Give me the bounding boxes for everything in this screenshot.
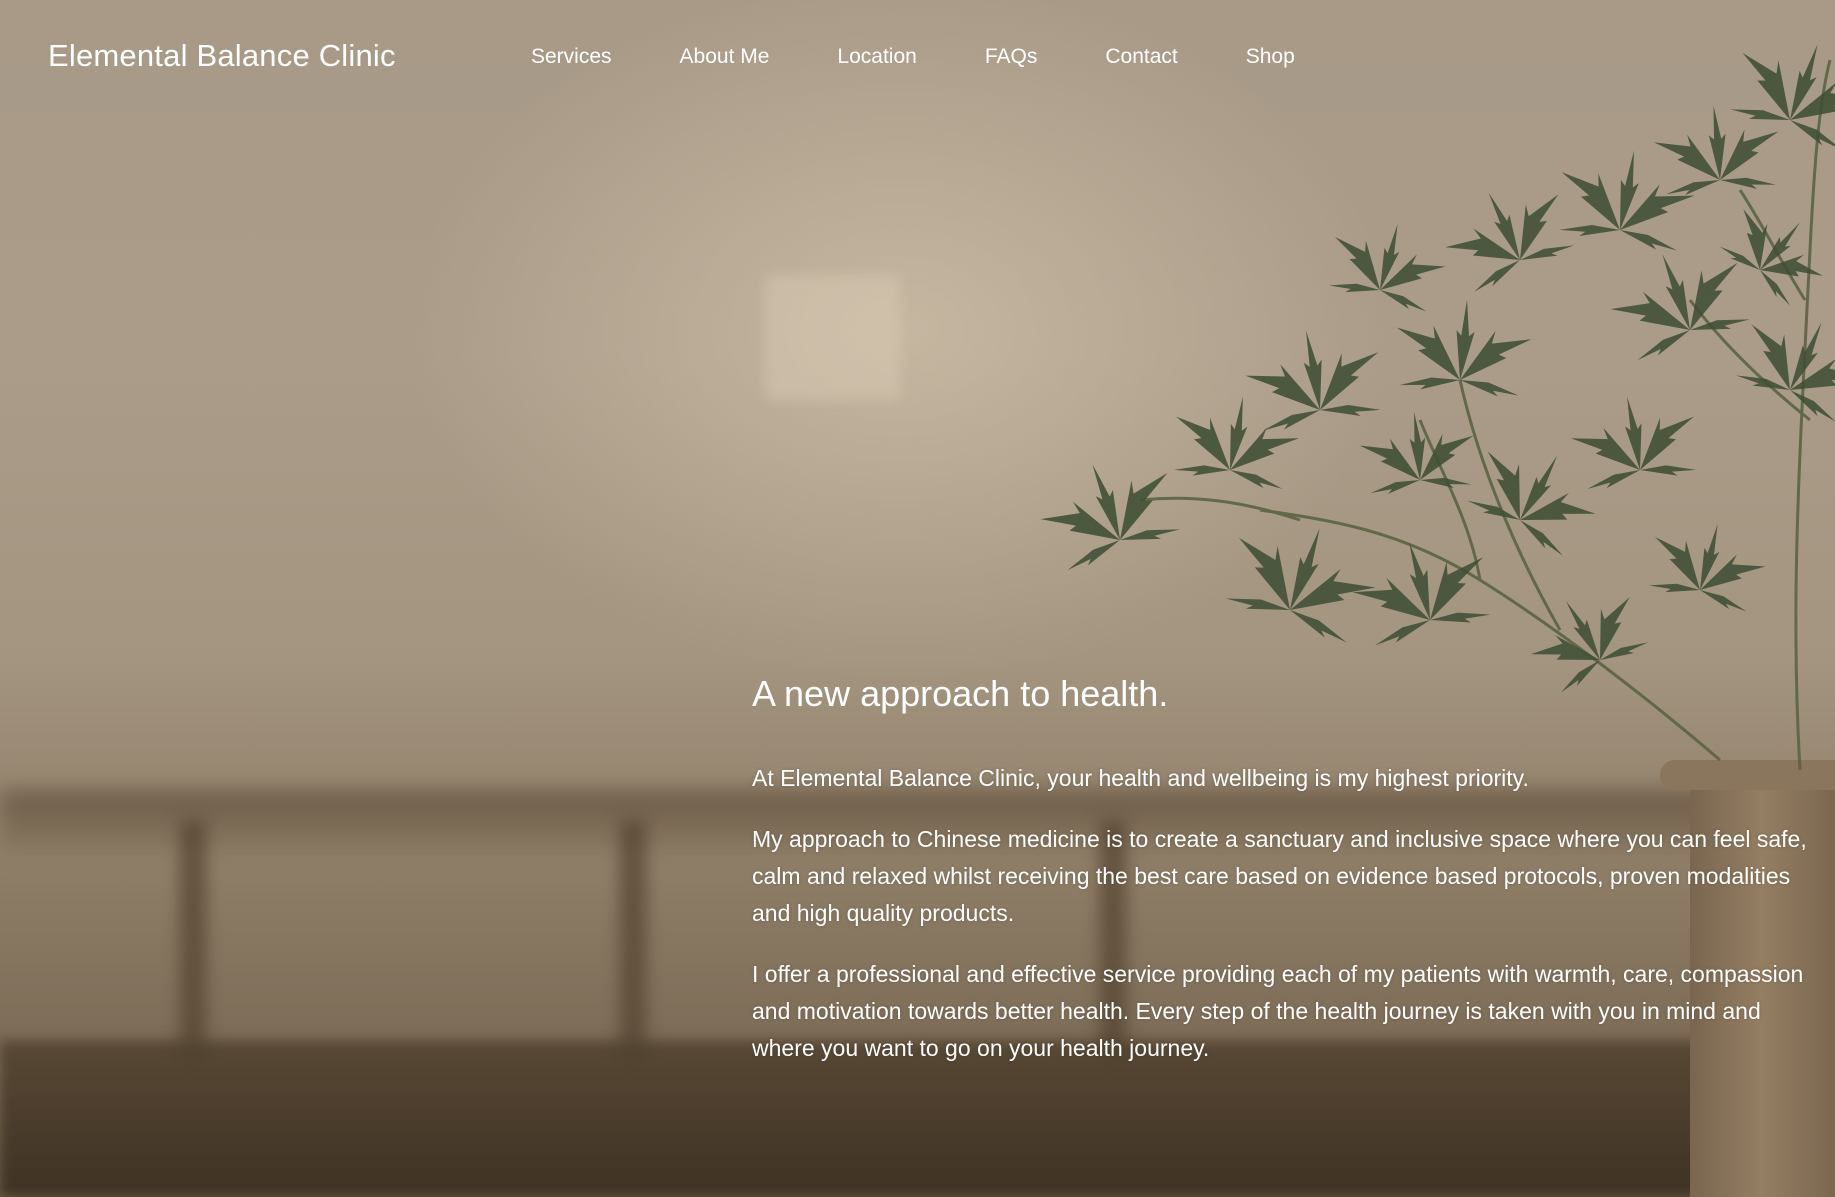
nav-location[interactable]: Location (837, 45, 916, 69)
site-logo[interactable]: Elemental Balance Clinic (48, 38, 396, 74)
background-bench-post (180, 820, 206, 1060)
nav-shop[interactable]: Shop (1246, 45, 1295, 69)
hero-section: A new approach to health. At Elemental B… (752, 670, 1812, 1091)
hero-paragraph-intro: At Elemental Balance Clinic, your health… (752, 765, 1529, 791)
hero-paragraph-approach: My approach to Chinese medicine is to cr… (752, 826, 1807, 926)
nav-services[interactable]: Services (531, 45, 612, 69)
main-nav: Services About Me Location FAQs Contact … (531, 45, 1363, 69)
nav-about-me[interactable]: About Me (680, 45, 770, 69)
hero-paragraph-service: I offer a professional and effective ser… (752, 961, 1804, 1061)
hero-heading: A new approach to health. (752, 673, 1169, 714)
nav-contact[interactable]: Contact (1105, 45, 1177, 69)
nav-faqs[interactable]: FAQs (985, 45, 1038, 69)
background-wall-switch (765, 275, 900, 400)
site-header: Elemental Balance Clinic Services About … (0, 0, 1835, 120)
background-bench-post (620, 820, 646, 1060)
page: Elemental Balance Clinic Services About … (0, 0, 1835, 1197)
